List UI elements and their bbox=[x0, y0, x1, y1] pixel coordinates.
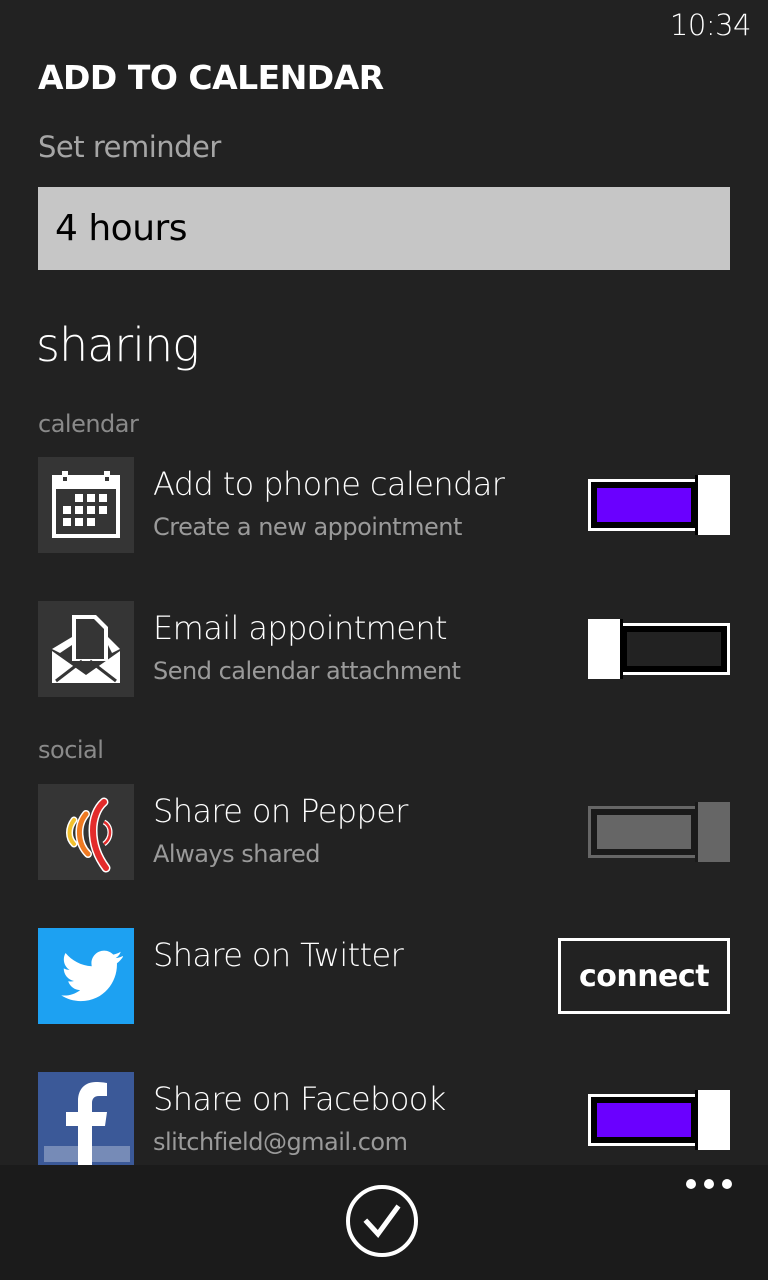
toggle-track bbox=[618, 623, 730, 675]
item-subtitle: slitchfield@gmail.com bbox=[153, 1128, 408, 1156]
toggle-knob[interactable] bbox=[695, 475, 730, 535]
item-subtitle: Send calendar attachment bbox=[153, 657, 461, 685]
list-item-add-to-phone-calendar: Add to phone calendar Create a new appoi… bbox=[38, 457, 730, 553]
item-title: Add to phone calendar bbox=[153, 465, 505, 503]
group-label-calendar: calendar bbox=[38, 410, 139, 438]
list-item-share-on-facebook: Share on Facebook slitchfield@gmail.com bbox=[38, 1072, 730, 1168]
share-on-facebook-toggle[interactable] bbox=[588, 1090, 730, 1150]
toggle-knob[interactable] bbox=[588, 619, 623, 679]
app-bar bbox=[0, 1165, 768, 1280]
item-title: Share on Twitter bbox=[153, 936, 404, 974]
twitter-connect-button[interactable]: connect bbox=[558, 938, 730, 1014]
reminder-label: Set reminder bbox=[38, 130, 221, 164]
item-title: Share on Facebook bbox=[153, 1080, 446, 1118]
toggle-knob[interactable] bbox=[695, 1090, 730, 1150]
item-title: Share on Pepper bbox=[153, 792, 408, 830]
status-time: 10:34 bbox=[669, 8, 752, 42]
add-to-phone-calendar-toggle[interactable] bbox=[588, 475, 730, 535]
share-on-pepper-toggle bbox=[588, 802, 730, 862]
reminder-picker[interactable]: 4 hours bbox=[38, 187, 730, 270]
toggle-track bbox=[588, 479, 700, 531]
item-title: Email appointment bbox=[153, 609, 448, 647]
item-subtitle: Always shared bbox=[153, 840, 321, 868]
list-item-share-on-pepper: Share on Pepper Always shared bbox=[38, 784, 730, 880]
toggle-knob bbox=[695, 802, 730, 862]
facebook-icon bbox=[38, 1072, 134, 1168]
pepper-icon bbox=[38, 784, 134, 880]
calendar-icon bbox=[38, 457, 134, 553]
email-appointment-toggle[interactable] bbox=[588, 619, 730, 679]
toggle-track bbox=[588, 1094, 700, 1146]
confirm-button[interactable] bbox=[346, 1185, 418, 1257]
more-icon[interactable] bbox=[686, 1179, 732, 1189]
page-title: ADD TO CALENDAR bbox=[38, 58, 384, 97]
section-title-sharing: sharing bbox=[36, 318, 200, 372]
toggle-track bbox=[588, 806, 700, 858]
list-item-share-on-twitter: Share on Twitter connect bbox=[38, 928, 730, 1024]
email-open-icon bbox=[38, 601, 134, 697]
twitter-icon bbox=[38, 928, 134, 1024]
check-icon bbox=[363, 1204, 401, 1238]
item-subtitle: Create a new appointment bbox=[153, 513, 462, 541]
list-item-email-appointment: Email appointment Send calendar attachme… bbox=[38, 601, 730, 697]
group-label-social: social bbox=[38, 736, 104, 764]
